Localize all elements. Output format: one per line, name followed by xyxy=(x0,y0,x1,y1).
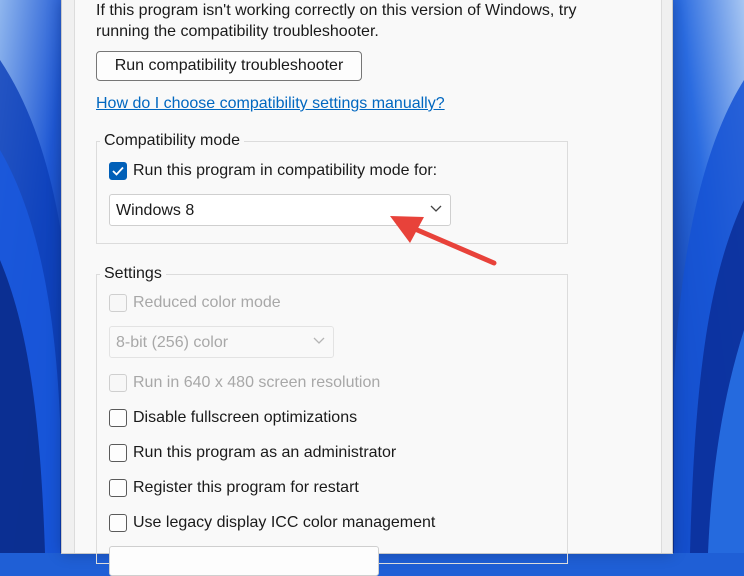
resolution-640-checkbox[interactable] xyxy=(109,374,127,392)
os-version-value: Windows 8 xyxy=(116,202,195,219)
run-troubleshooter-button[interactable]: Run compatibility troubleshooter xyxy=(96,51,362,81)
reduced-color-checkbox[interactable] xyxy=(109,294,127,312)
disable-fullscreen-label: Disable fullscreen optimizations xyxy=(133,409,358,426)
reduced-color-label: Reduced color mode xyxy=(133,294,281,311)
run-as-admin-label: Run this program as an administrator xyxy=(133,444,397,461)
register-restart-checkbox[interactable] xyxy=(109,479,127,497)
chevron-down-icon xyxy=(313,337,325,344)
compat-mode-legend: Compatibility mode xyxy=(100,132,245,150)
manual-settings-link[interactable]: How do I choose compatibility settings m… xyxy=(96,95,445,113)
intro-text: If this program isn't working correctly … xyxy=(96,0,577,42)
compatibility-tab-panel: If this program isn't working correctly … xyxy=(74,0,662,576)
legacy-icc-label: Use legacy display ICC color management xyxy=(133,514,436,531)
resolution-640-label: Run in 640 x 480 screen resolution xyxy=(133,374,381,391)
color-depth-dropdown[interactable]: 8-bit (256) color xyxy=(109,326,334,358)
intro-line-2: running the compatibility troubleshooter… xyxy=(96,23,379,40)
checkmark-icon xyxy=(112,166,124,176)
compat-mode-label: Run this program in compatibility mode f… xyxy=(133,162,438,179)
disable-fullscreen-checkbox[interactable] xyxy=(109,409,127,427)
run-as-admin-checkbox[interactable] xyxy=(109,444,127,462)
os-version-dropdown[interactable]: Windows 8 xyxy=(109,194,451,226)
settings-legend: Settings xyxy=(100,265,166,283)
partially-visible-button[interactable] xyxy=(109,546,379,576)
register-restart-label: Register this program for restart xyxy=(133,479,359,496)
compat-mode-group xyxy=(96,141,568,244)
intro-line-1: If this program isn't working correctly … xyxy=(96,2,577,19)
chevron-down-icon xyxy=(430,205,442,212)
properties-dialog: If this program isn't working correctly … xyxy=(62,0,672,576)
color-depth-value: 8-bit (256) color xyxy=(116,334,229,351)
compat-mode-checkbox[interactable] xyxy=(109,162,127,180)
legacy-icc-checkbox[interactable] xyxy=(109,514,127,532)
